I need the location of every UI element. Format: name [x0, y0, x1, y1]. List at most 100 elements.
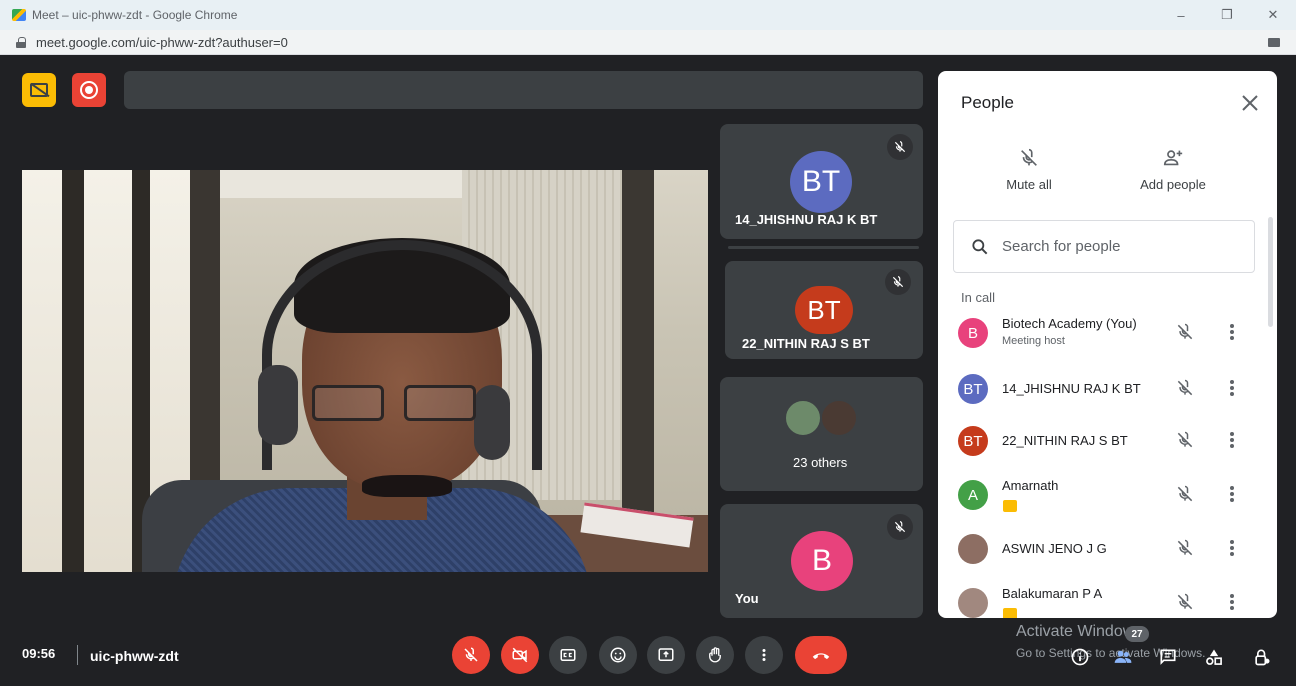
- in-call-section-label: In call: [961, 290, 995, 305]
- camera-toggle-button[interactable]: [501, 636, 539, 674]
- participant-photo-thumbnail: [784, 399, 822, 437]
- leave-call-button[interactable]: [795, 636, 847, 674]
- present-icon: [658, 648, 674, 661]
- presenting-icon: [1003, 608, 1017, 618]
- close-icon: [1242, 95, 1258, 111]
- restore-button[interactable]: ❐: [1204, 0, 1250, 30]
- participant-name: Amarnath: [1002, 478, 1059, 493]
- presenting-icon: [1003, 500, 1017, 512]
- host-controls-button[interactable]: [1250, 645, 1274, 669]
- participant-avatar: BT: [958, 374, 988, 404]
- present-screen-button[interactable]: [647, 636, 685, 674]
- minimize-button[interactable]: –: [1158, 0, 1204, 30]
- add-person-icon: [1163, 150, 1183, 166]
- meeting-details-button[interactable]: [1068, 645, 1092, 669]
- mic-off-icon: [464, 647, 478, 662]
- participant-avatar: B: [958, 318, 988, 348]
- participant-row[interactable]: A Amarnath: [938, 469, 1268, 521]
- people-panel: People Mute all Add people In call B Biot…: [938, 71, 1277, 618]
- participant-avatar: BT: [790, 151, 852, 213]
- participant-row[interactable]: BT 14_JHISHNU RAJ K BT: [938, 363, 1268, 415]
- participant-name: 14_JHISHNU RAJ K BT: [735, 212, 878, 227]
- address-bar[interactable]: meet.google.com/uic-phww-zdt?authuser=0: [0, 30, 1296, 55]
- emoji-icon: [610, 647, 626, 663]
- divider: [77, 645, 78, 665]
- captions-button[interactable]: [549, 636, 587, 674]
- more-vertical-icon: [762, 649, 766, 661]
- raise-hand-button[interactable]: [696, 636, 734, 674]
- participant-name: 22_NITHIN RAJ S BT: [1002, 433, 1128, 448]
- participant-row[interactable]: ASWIN JENO J G: [938, 523, 1268, 575]
- participant-tile[interactable]: BT 22_NITHIN RAJ S BT: [725, 261, 923, 359]
- mic-off-icon[interactable]: [1175, 378, 1195, 398]
- participant-avatar: BT: [958, 426, 988, 456]
- scrollbar[interactable]: [1268, 217, 1273, 327]
- browser-titlebar: Meet – uic-phww-zdt - Google Chrome – ❐ …: [0, 0, 1296, 30]
- chat-button[interactable]: [1156, 645, 1180, 669]
- mic-toggle-button[interactable]: [452, 636, 490, 674]
- people-icon: [1114, 650, 1132, 663]
- close-window-button[interactable]: ✕: [1250, 0, 1296, 30]
- closed-captions-icon: [560, 649, 576, 661]
- participant-tile[interactable]: BT 14_JHISHNU RAJ K BT: [720, 124, 923, 239]
- info-icon: [1071, 648, 1089, 666]
- participant-row[interactable]: BT 22_NITHIN RAJ S BT: [938, 415, 1268, 467]
- close-panel-button[interactable]: [1238, 91, 1262, 115]
- self-label: You: [735, 591, 759, 606]
- chat-icon: [1160, 649, 1176, 665]
- mic-off-icon: [887, 134, 913, 160]
- mute-all-button[interactable]: Mute all: [974, 147, 1084, 192]
- top-info-strip: [124, 71, 923, 109]
- participant-name: ASWIN JENO J G: [1002, 541, 1107, 556]
- participant-row[interactable]: B Biotech Academy (You) Meeting host: [938, 307, 1268, 359]
- mic-off-icon[interactable]: [1175, 592, 1195, 612]
- more-options-button[interactable]: [745, 636, 783, 674]
- participant-name: 14_JHISHNU RAJ K BT: [1002, 381, 1141, 396]
- others-tile[interactable]: 23 others: [720, 377, 923, 491]
- participant-name: 22_NITHIN RAJ S BT: [742, 336, 870, 351]
- window-controls: – ❐ ✕: [1158, 0, 1296, 30]
- panel-title: People: [961, 93, 1014, 112]
- mic-off-icon: [1021, 148, 1037, 166]
- search-input[interactable]: [1002, 238, 1232, 255]
- mute-all-label: Mute all: [1006, 177, 1052, 192]
- add-people-button[interactable]: Add people: [1118, 147, 1228, 192]
- participant-avatar: [958, 588, 988, 618]
- camera-permission-icon[interactable]: [1268, 38, 1280, 47]
- meeting-code: uic-phww-zdt: [90, 648, 179, 664]
- hang-up-icon: [812, 653, 830, 660]
- self-avatar: B: [791, 531, 853, 591]
- more-vertical-icon[interactable]: [1222, 537, 1242, 559]
- reactions-button[interactable]: [599, 636, 637, 674]
- recording-button[interactable]: [72, 73, 106, 107]
- mic-off-icon[interactable]: [1175, 430, 1195, 450]
- captions-off-button[interactable]: [22, 73, 56, 107]
- participant-name: Balakumaran P A: [1002, 586, 1103, 601]
- participant-avatar: [958, 534, 988, 564]
- search-box[interactable]: [953, 220, 1255, 273]
- more-vertical-icon[interactable]: [1222, 377, 1242, 399]
- more-vertical-icon[interactable]: [1222, 591, 1242, 613]
- tile-divider: [728, 246, 919, 249]
- more-vertical-icon[interactable]: [1222, 483, 1242, 505]
- mic-off-icon[interactable]: [1175, 484, 1195, 504]
- mic-off-icon[interactable]: [1175, 322, 1195, 342]
- participant-row[interactable]: Balakumaran P A: [938, 577, 1268, 618]
- participant-role: Meeting host: [1002, 335, 1065, 347]
- meeting-clock: 09:56: [22, 646, 56, 661]
- lock-icon: [16, 36, 26, 48]
- people-button[interactable]: [1111, 645, 1135, 669]
- participant-photo-thumbnail: [820, 399, 858, 437]
- hand-icon: [709, 647, 721, 663]
- more-vertical-icon[interactable]: [1222, 321, 1242, 343]
- more-vertical-icon[interactable]: [1222, 429, 1242, 451]
- activate-windows-watermark: Activate Windows: [1016, 623, 1143, 640]
- activities-button[interactable]: [1202, 645, 1226, 669]
- participant-avatar: A: [958, 480, 988, 510]
- self-tile[interactable]: B You: [720, 504, 923, 618]
- search-icon: [972, 238, 988, 254]
- mic-off-icon: [887, 514, 913, 540]
- url-text[interactable]: meet.google.com/uic-phww-zdt?authuser=0: [36, 35, 288, 50]
- others-count: 23 others: [793, 455, 848, 470]
- mic-off-icon[interactable]: [1175, 538, 1195, 558]
